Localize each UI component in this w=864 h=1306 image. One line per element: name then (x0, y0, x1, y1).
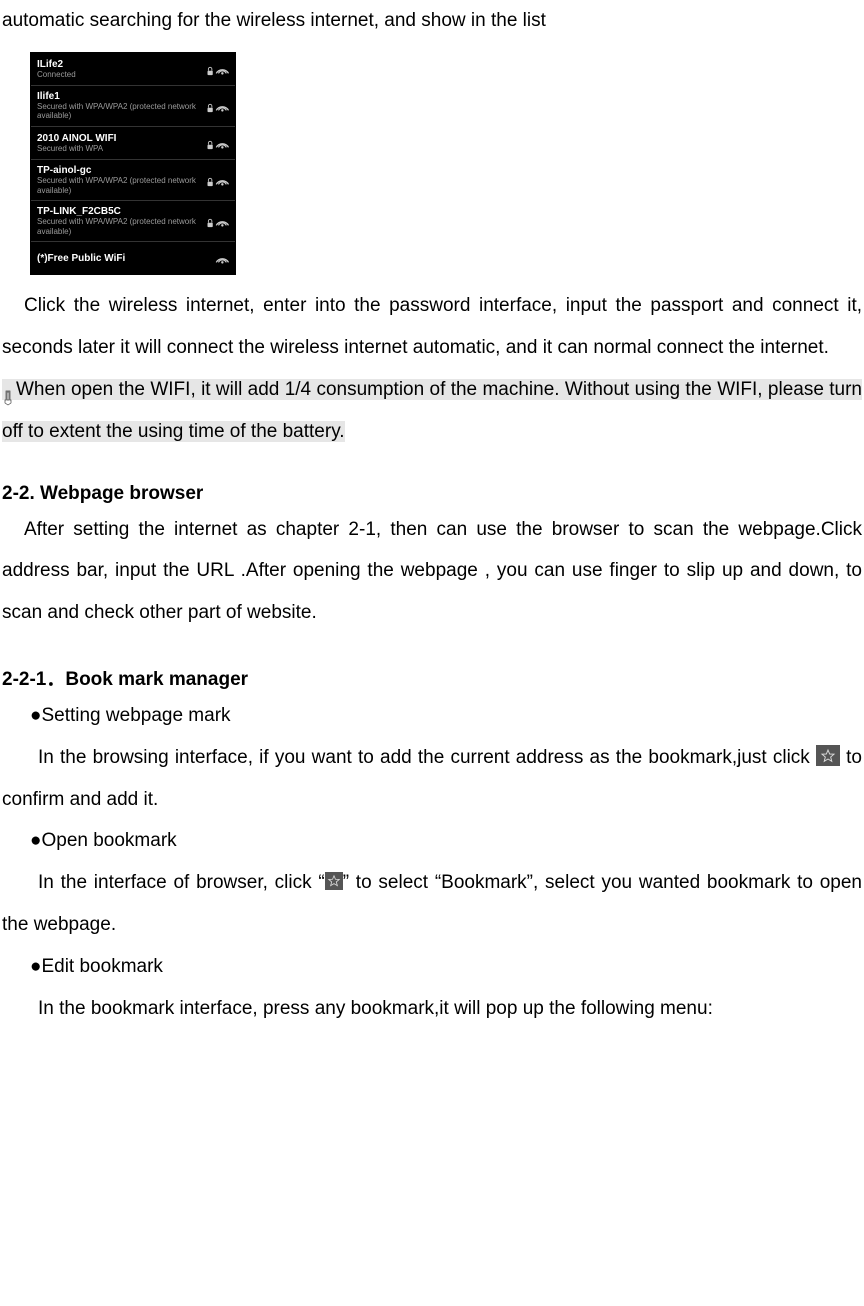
heading-2-2: 2-2. Webpage browser (2, 483, 862, 505)
wifi-lock-icon (207, 62, 229, 76)
wifi-list-screenshot: ILife2ConnectedIlife1Secured with WPA/WP… (30, 52, 236, 276)
wifi-lock-icon (207, 99, 229, 113)
wifi-subtext: Connected (37, 70, 207, 80)
paragraph-2-2: After setting the internet as chapter 2-… (2, 509, 862, 634)
note-icon (2, 380, 16, 396)
wifi-row: TP-ainol-gcSecured with WPA/WPA2 (protec… (31, 160, 235, 201)
heading-2-2-1: 2-2-1．Book mark manager (2, 664, 862, 691)
wifi-row: Ilife1Secured with WPA/WPA2 (protected n… (31, 86, 235, 127)
wifi-name: TP-ainol-gc (37, 165, 207, 176)
bullet-open-bookmark-text: In the interface of browser, click “” to… (2, 862, 862, 946)
bullet-setting-webpage-mark: ●Setting webpage mark (2, 695, 862, 737)
wifi-row: (*)Free Public WiFi (31, 242, 235, 274)
wifi-subtext: Secured with WPA/WPA2 (protected network… (37, 176, 207, 195)
text-before-star-icon-1: In the browsing interface, if you want t… (38, 747, 816, 768)
wifi-note-highlighted: When open the WIFI, it will add 1/4 cons… (2, 369, 862, 453)
bullet-edit-bookmark: ●Edit bookmark (2, 946, 862, 988)
bullet-open-bookmark: ●Open bookmark (2, 820, 862, 862)
wifi-instruction-paragraph: Click the wireless internet, enter into … (2, 285, 862, 369)
wifi-subtext: Secured with WPA (37, 144, 207, 154)
wifi-name: Ilife1 (37, 91, 207, 102)
wifi-name: 2010 AINOL WIFI (37, 133, 207, 144)
wifi-signal-icon (207, 251, 229, 265)
wifi-name: ILife2 (37, 59, 207, 70)
wifi-name: TP-LINK_F2CB5C (37, 206, 207, 217)
wifi-note-text: When open the WIFI, it will add 1/4 cons… (2, 379, 862, 442)
intro-paragraph: automatic searching for the wireless int… (2, 0, 862, 42)
wifi-name: (*)Free Public WiFi (37, 253, 207, 264)
wifi-lock-icon (207, 173, 229, 187)
wifi-row: 2010 AINOL WIFISecured with WPA (31, 127, 235, 160)
text-before-star-icon-2: In the interface of browser, click “ (38, 872, 325, 893)
bullet-setting-webpage-mark-text: In the browsing interface, if you want t… (2, 737, 862, 821)
wifi-subtext: Secured with WPA/WPA2 (protected network… (37, 102, 207, 121)
wifi-row: ILife2Connected (31, 53, 235, 86)
bookmark-star-icon (816, 745, 840, 766)
wifi-subtext: Secured with WPA/WPA2 (protected network… (37, 217, 207, 236)
wifi-lock-icon (207, 136, 229, 150)
wifi-lock-icon (207, 214, 229, 228)
bookmark-star-icon (325, 872, 343, 890)
wifi-row: TP-LINK_F2CB5CSecured with WPA/WPA2 (pro… (31, 201, 235, 242)
bullet-edit-bookmark-text: In the bookmark interface, press any boo… (2, 988, 862, 1030)
